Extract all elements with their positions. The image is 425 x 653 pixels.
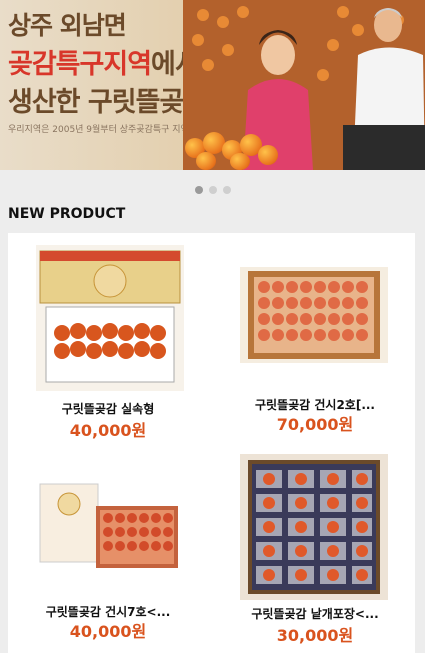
product-card[interactable]: 구릿뜰곶감 낱개포장<... 30,000원 — [215, 448, 415, 653]
product-card[interactable]: 구릿뜰곶감 건시2호[... 70,000원 — [215, 233, 415, 443]
product-price: 30,000원 — [276, 626, 354, 645]
banner-headline-2: 곶감특구지역에서 — [8, 42, 200, 81]
product-price: 40,000원 — [69, 622, 147, 641]
section-title: NEW PRODUCT — [8, 206, 126, 222]
carousel-indicators — [0, 179, 425, 198]
product-card[interactable]: 구릿뜰곶감 실속형 40,000원 — [8, 233, 208, 443]
persimmon-decoration — [230, 153, 250, 170]
persimmon-decoration — [258, 145, 278, 165]
carousel-dot[interactable] — [222, 186, 231, 194]
product-name[interactable]: 구릿뜰곶감 실속형 — [8, 400, 208, 417]
product-name[interactable]: 구릿뜰곶감 낱개포장<... — [215, 605, 415, 622]
banner-headline-3: 생산한 구릿뜰곶감 — [8, 87, 208, 118]
carousel-dot[interactable] — [194, 186, 203, 194]
product-price: 70,000원 — [276, 415, 354, 434]
product-grid: 구릿뜰곶감 실속형 40,000원 구릿뜰곶감 건시2호[... 70,000원 — [8, 233, 415, 653]
product-card[interactable]: 구릿뜰곶감 건시7호<... 40,000원 — [8, 448, 208, 653]
product-image[interactable] — [240, 267, 388, 363]
product-image[interactable] — [36, 476, 184, 574]
hero-banner[interactable]: 상주 외남면 곶감특구지역에서 생산한 구릿뜰곶감 우리지역은 2005년 9월… — [0, 0, 425, 170]
carousel-dot[interactable] — [208, 186, 217, 194]
banner-headline-1: 상주 외남면 — [8, 11, 127, 40]
product-image[interactable] — [36, 245, 184, 391]
banner-headline-2-highlight: 곶감특구지역 — [8, 49, 152, 80]
product-image[interactable] — [240, 454, 388, 600]
product-price: 40,000원 — [69, 421, 147, 440]
persimmon-decoration — [196, 152, 216, 170]
